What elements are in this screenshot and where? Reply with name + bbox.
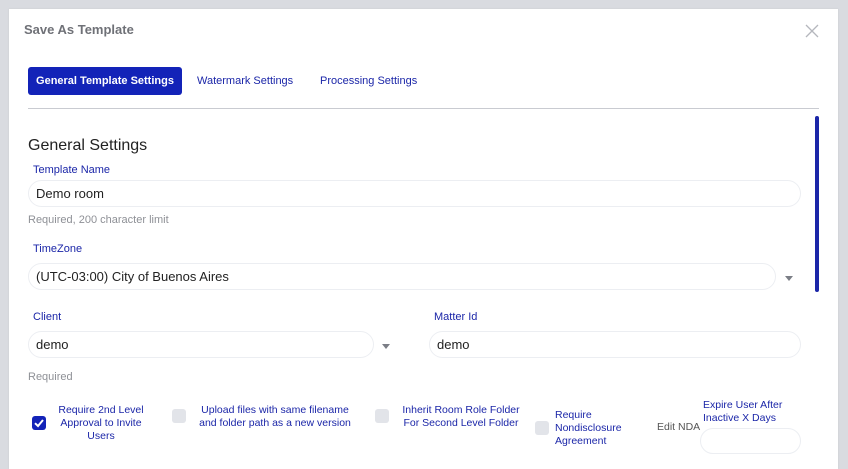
- check-icon: [34, 419, 44, 428]
- matter-id-input[interactable]: demo: [429, 331, 801, 358]
- client-label: Client: [33, 311, 62, 323]
- require-2nd-level-approval-label: Require 2nd Level Approval to Invite Use…: [58, 404, 144, 442]
- template-name-label: Template Name: [33, 164, 111, 176]
- dialog-title: Save As Template: [24, 22, 134, 37]
- client-select[interactable]: demo: [28, 331, 374, 358]
- matter-id-label: Matter Id: [434, 311, 478, 323]
- save-as-template-dialog: Save As Template General Template Settin…: [9, 9, 838, 469]
- tabs-divider: [28, 108, 819, 109]
- close-icon[interactable]: [804, 23, 820, 39]
- expire-user-label: Expire User After Inactive X Days: [703, 399, 783, 424]
- client-help: Required: [28, 371, 73, 383]
- timezone-chevron-down-icon[interactable]: [785, 276, 793, 281]
- template-name-input[interactable]: Demo room: [28, 180, 801, 207]
- template-name-help: Required, 200 character limit: [28, 214, 169, 226]
- tab-general-template-settings[interactable]: General Template Settings: [28, 67, 182, 95]
- upload-new-version-checkbox[interactable]: [172, 409, 186, 423]
- require-nda-label: Require Nondisclosure Agreement: [555, 409, 622, 447]
- require-nda-checkbox[interactable]: [535, 421, 549, 435]
- tab-watermark-settings[interactable]: Watermark Settings: [197, 67, 293, 95]
- require-2nd-level-approval-checkbox[interactable]: [32, 416, 46, 430]
- expire-user-days-input[interactable]: [700, 428, 801, 454]
- edit-nda-link[interactable]: Edit NDA: [657, 421, 700, 433]
- scrollbar-thumb[interactable]: [815, 116, 819, 292]
- timezone-select[interactable]: (UTC-03:00) City of Buenos Aires: [28, 263, 776, 290]
- tab-processing-settings[interactable]: Processing Settings: [320, 67, 417, 95]
- inherit-room-role-folder-checkbox[interactable]: [375, 409, 389, 423]
- timezone-label: TimeZone: [33, 243, 83, 255]
- client-chevron-down-icon[interactable]: [382, 344, 390, 349]
- inherit-room-role-folder-label: Inherit Room Role Folder For Second Leve…: [402, 404, 520, 429]
- section-title: General Settings: [28, 137, 148, 154]
- upload-new-version-label: Upload files with same filename and fold…: [199, 404, 351, 429]
